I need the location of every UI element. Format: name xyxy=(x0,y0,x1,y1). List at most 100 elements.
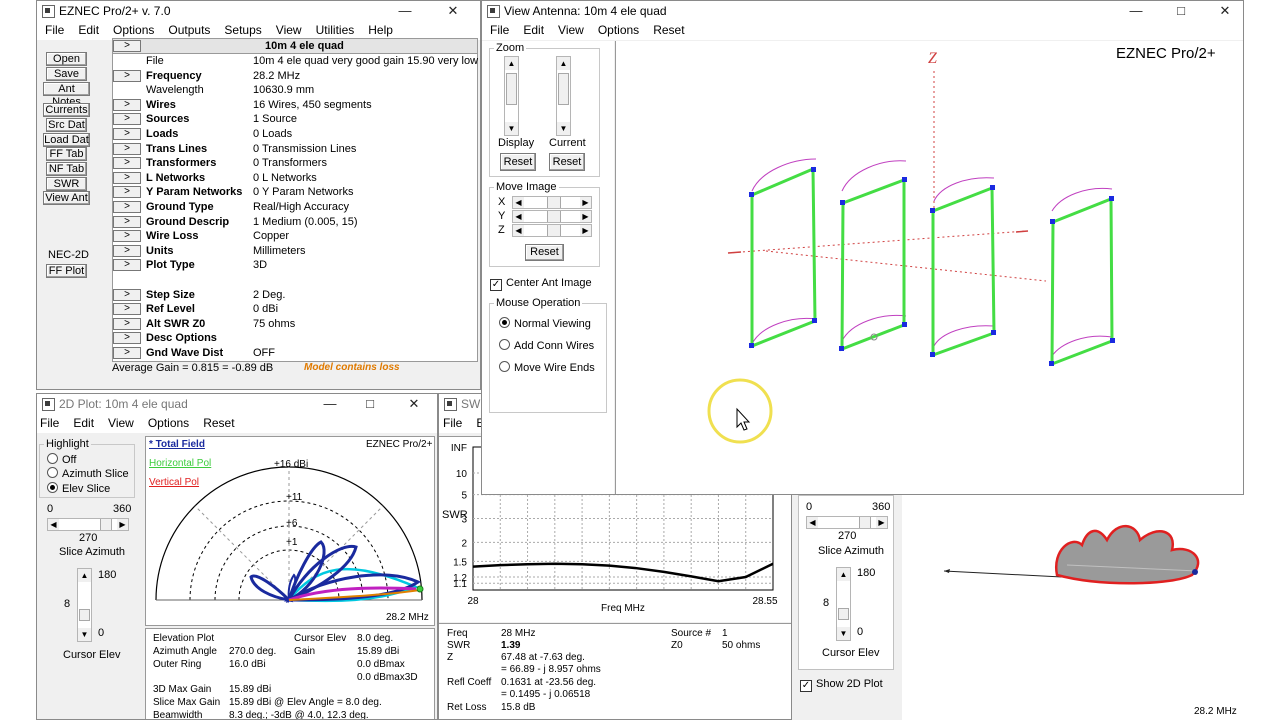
zoom-current-slider[interactable]: ▲ ▼ xyxy=(556,56,571,136)
scroll-left-icon[interactable]: ◀ xyxy=(807,517,818,528)
move-z-slider[interactable]: ◀ ▶ xyxy=(512,224,592,237)
move-y-slider[interactable]: ◀ ▶ xyxy=(512,210,592,223)
zoom-current-reset-button[interactable]: Reset xyxy=(549,153,585,171)
plot2d-close-icon[interactable]: ✕ xyxy=(399,395,429,413)
swr-menu-file[interactable]: File xyxy=(443,414,462,433)
scroll-up-icon[interactable]: ▲ xyxy=(505,57,518,70)
grid-row-button[interactable]: > xyxy=(113,113,141,126)
plot3d-slice-slider[interactable]: ◀ ▶ xyxy=(806,516,888,529)
menu-file[interactable]: File xyxy=(45,21,64,40)
nf-tab-button[interactable]: NF Tab xyxy=(46,162,87,176)
scroll-down-icon[interactable]: ▼ xyxy=(557,122,570,135)
grid-row-button[interactable]: > xyxy=(113,171,141,184)
va-menu-file[interactable]: File xyxy=(490,21,509,40)
grid-row-button[interactable]: > xyxy=(113,69,141,82)
scroll-left-icon[interactable]: ◀ xyxy=(513,211,524,222)
slider-thumb[interactable] xyxy=(859,517,871,528)
grid-row-button[interactable]: > xyxy=(113,259,141,272)
currents-button[interactable]: Currents xyxy=(43,103,90,117)
plot2d-menu-edit[interactable]: Edit xyxy=(73,414,94,433)
plot2d-menu-reset[interactable]: Reset xyxy=(203,414,234,433)
move-wire-ends-radio[interactable]: Move Wire Ends xyxy=(499,361,595,374)
slice-azimuth-slider[interactable]: ◀ ▶ xyxy=(47,518,129,531)
slider-thumb[interactable] xyxy=(506,73,517,105)
grid-row-button[interactable]: > xyxy=(113,142,141,155)
slider-thumb[interactable] xyxy=(79,609,90,621)
slider-thumb[interactable] xyxy=(547,211,561,222)
grid-row-button[interactable]: > xyxy=(113,186,141,199)
menu-edit[interactable]: Edit xyxy=(78,21,99,40)
normal-viewing-radio[interactable]: Normal Viewing xyxy=(499,317,591,330)
scroll-left-icon[interactable]: ◀ xyxy=(513,225,524,236)
va-menu-view[interactable]: View xyxy=(558,21,584,40)
view-ant-button[interactable]: View Ant xyxy=(43,191,90,205)
highlight-azimuth-radio[interactable]: Azimuth Slice xyxy=(47,467,129,480)
scroll-right-icon[interactable]: ▶ xyxy=(580,197,591,208)
grid-header-button[interactable]: > xyxy=(113,40,141,52)
scroll-right-icon[interactable]: ▶ xyxy=(580,211,591,222)
grid-row-button[interactable]: > xyxy=(113,157,141,170)
save-as-button[interactable]: Save As xyxy=(46,67,87,93)
swr-button[interactable]: SWR xyxy=(46,177,87,191)
plot2d-maximize-icon[interactable]: □ xyxy=(355,395,385,413)
center-ant-image-checkbox[interactable]: ✓ Center Ant Image xyxy=(490,277,592,291)
va-menu-edit[interactable]: Edit xyxy=(523,21,544,40)
grid-row-button[interactable]: > xyxy=(113,201,141,213)
move-image-reset-button[interactable]: Reset xyxy=(525,244,564,261)
plot2d-minimize-icon[interactable]: — xyxy=(315,395,345,413)
ff-plot-button[interactable]: FF Plot xyxy=(46,264,87,278)
grid-row-button[interactable]: > xyxy=(113,317,141,330)
scroll-up-icon[interactable]: ▲ xyxy=(837,568,850,581)
scroll-right-icon[interactable]: ▶ xyxy=(580,225,591,236)
plot3d-cursor-slider[interactable]: ▲ ▼ xyxy=(836,567,851,641)
highlight-elev-radio[interactable]: Elev Slice xyxy=(47,482,110,495)
scroll-left-icon[interactable]: ◀ xyxy=(513,197,524,208)
grid-row-button[interactable]: > xyxy=(113,288,141,301)
add-conn-wires-radio[interactable]: Add Conn Wires xyxy=(499,339,594,352)
slider-thumb[interactable] xyxy=(547,225,561,236)
grid-row-button[interactable]: > xyxy=(113,98,141,111)
scroll-up-icon[interactable]: ▲ xyxy=(78,569,91,582)
slider-thumb[interactable] xyxy=(838,608,849,620)
highlight-off-radio[interactable]: Off xyxy=(47,453,76,466)
scroll-left-icon[interactable]: ◀ xyxy=(48,519,59,530)
antenna-view-canvas[interactable]: EZNEC Pro/2+ Z xyxy=(615,41,1243,494)
zoom-display-slider[interactable]: ▲ ▼ xyxy=(504,56,519,136)
scroll-right-icon[interactable]: ▶ xyxy=(117,519,128,530)
grid-row-button[interactable]: > xyxy=(113,332,141,345)
scroll-right-icon[interactable]: ▶ xyxy=(876,517,887,528)
slider-thumb[interactable] xyxy=(100,519,112,530)
scroll-down-icon[interactable]: ▼ xyxy=(505,122,518,135)
grid-row-button[interactable]: > xyxy=(113,230,141,243)
ant-notes-button[interactable]: Ant Notes xyxy=(43,82,90,108)
scroll-down-icon[interactable]: ▼ xyxy=(837,627,850,640)
src-dat-button[interactable]: Src Dat xyxy=(46,118,87,132)
scroll-up-icon[interactable]: ▲ xyxy=(557,57,570,70)
minimize-icon[interactable]: — xyxy=(390,2,420,20)
va-minimize-icon[interactable]: — xyxy=(1121,2,1151,20)
grid-row-button[interactable]: > xyxy=(113,347,141,359)
va-menu-options[interactable]: Options xyxy=(598,21,639,40)
open-button[interactable]: Open xyxy=(46,52,87,66)
close-icon[interactable]: ✕ xyxy=(438,2,468,20)
slider-thumb[interactable] xyxy=(558,73,569,105)
va-close-icon[interactable]: ✕ xyxy=(1210,2,1240,20)
zoom-display-reset-button[interactable]: Reset xyxy=(500,153,536,171)
move-x-slider[interactable]: ◀ ▶ xyxy=(512,196,592,209)
va-menu-reset[interactable]: Reset xyxy=(653,21,684,40)
va-maximize-icon[interactable]: □ xyxy=(1166,2,1196,20)
cursor-marker[interactable] xyxy=(416,585,424,593)
ff-tab-button[interactable]: FF Tab xyxy=(46,147,87,161)
grid-row-button[interactable]: > xyxy=(113,244,141,257)
load-dat-button[interactable]: Load Dat xyxy=(43,133,90,147)
scroll-down-icon[interactable]: ▼ xyxy=(78,628,91,641)
grid-row-button[interactable]: > xyxy=(113,128,141,140)
plot2d-menu-options[interactable]: Options xyxy=(148,414,189,433)
plot2d-menu-file[interactable]: File xyxy=(40,414,59,433)
show-2d-plot-checkbox[interactable]: ✓ Show 2D Plot xyxy=(800,678,883,692)
slider-thumb[interactable] xyxy=(547,197,561,208)
cursor-elev-slider[interactable]: ▲ ▼ xyxy=(77,568,92,642)
plot2d-menu-view[interactable]: View xyxy=(108,414,134,433)
grid-row-button[interactable]: > xyxy=(113,215,141,228)
grid-row-button[interactable]: > xyxy=(113,303,141,316)
